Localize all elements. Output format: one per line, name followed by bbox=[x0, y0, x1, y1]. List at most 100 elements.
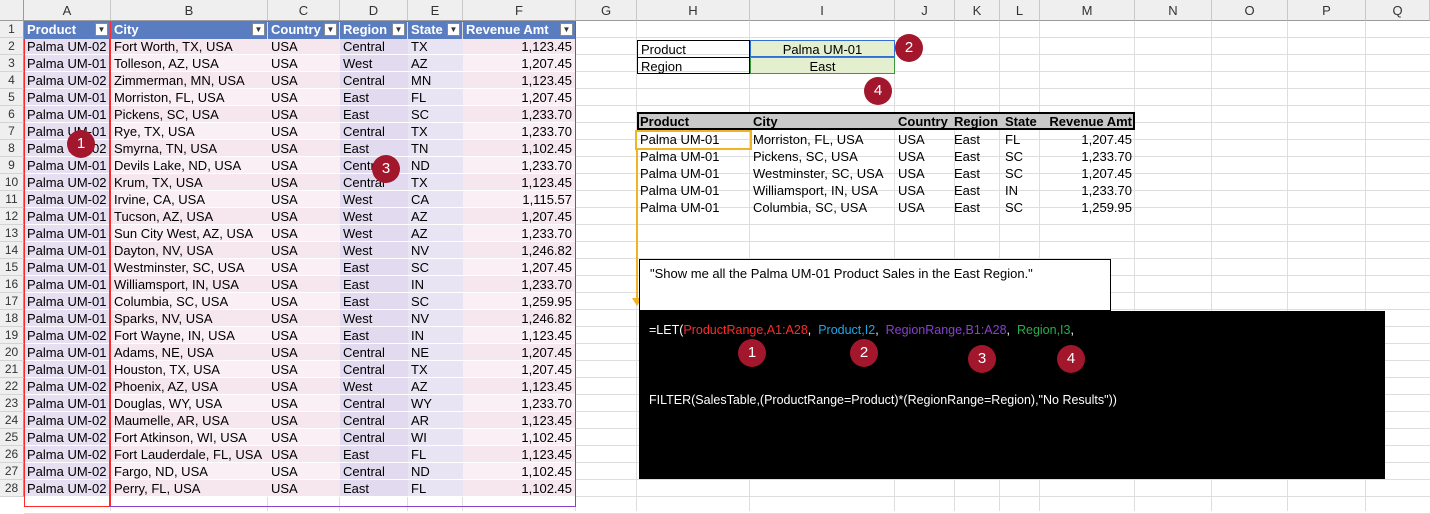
table-cell-revenue[interactable]: 1,123.45 bbox=[463, 412, 575, 429]
table-cell-region[interactable]: West bbox=[340, 225, 407, 242]
column-header-H[interactable]: H bbox=[637, 0, 750, 21]
table-cell-product[interactable]: Palma UM-01 bbox=[24, 395, 110, 412]
table-cell-state[interactable]: TX bbox=[408, 174, 462, 191]
table-cell-city[interactable]: Fort Worth, TX, USA bbox=[111, 38, 267, 55]
table-cell-product[interactable]: Palma UM-01 bbox=[24, 310, 110, 327]
table-cell-city[interactable]: Zimmerman, MN, USA bbox=[111, 72, 267, 89]
table-cell-revenue[interactable]: 1,246.82 bbox=[463, 310, 575, 327]
table-cell-country[interactable]: USA bbox=[268, 429, 339, 446]
row-header-9[interactable]: 9 bbox=[0, 157, 24, 174]
table-cell-product[interactable]: Palma UM-02 bbox=[24, 174, 110, 191]
table-cell-revenue[interactable]: 1,207.45 bbox=[463, 259, 575, 276]
table-cell-region[interactable]: East bbox=[340, 480, 407, 497]
table-cell-revenue[interactable]: 1,207.45 bbox=[463, 344, 575, 361]
table-cell-state[interactable]: CA bbox=[408, 191, 462, 208]
table-cell-country[interactable]: USA bbox=[268, 208, 339, 225]
output-cell-city[interactable]: Westminster, SC, USA bbox=[750, 165, 895, 182]
table-header-region[interactable]: Region ▼ bbox=[340, 21, 407, 39]
row-header-27[interactable]: 27 bbox=[0, 463, 24, 480]
row-header-3[interactable]: 3 bbox=[0, 55, 24, 72]
table-cell-state[interactable]: SC bbox=[408, 293, 462, 310]
table-cell-state[interactable]: TX bbox=[408, 38, 462, 55]
table-cell-city[interactable]: Pickens, SC, USA bbox=[111, 106, 267, 123]
table-header-country[interactable]: Country ▼ bbox=[268, 21, 339, 39]
output-cell-revenue[interactable]: 1,207.45 bbox=[1040, 131, 1135, 148]
output-cell-state[interactable]: SC bbox=[1002, 199, 1040, 216]
table-cell-country[interactable]: USA bbox=[268, 55, 339, 72]
table-header-product[interactable]: Product ▼ bbox=[24, 21, 110, 39]
output-cell-country[interactable]: USA bbox=[895, 131, 951, 148]
table-cell-city[interactable]: Rye, TX, USA bbox=[111, 123, 267, 140]
table-header-state[interactable]: State ▼ bbox=[408, 21, 462, 39]
table-cell-country[interactable]: USA bbox=[268, 480, 339, 497]
table-cell-revenue[interactable]: 1,123.45 bbox=[463, 378, 575, 395]
table-cell-country[interactable]: USA bbox=[268, 327, 339, 344]
column-header-K[interactable]: K bbox=[955, 0, 1000, 21]
output-cell-region[interactable]: East bbox=[951, 148, 1002, 165]
column-header-M[interactable]: M bbox=[1040, 0, 1135, 21]
table-cell-revenue[interactable]: 1,233.70 bbox=[463, 225, 575, 242]
table-cell-state[interactable]: FL bbox=[408, 480, 462, 497]
table-cell-country[interactable]: USA bbox=[268, 89, 339, 106]
table-cell-region[interactable]: Central bbox=[340, 344, 407, 361]
row-header-8[interactable]: 8 bbox=[0, 140, 24, 157]
table-cell-city[interactable]: Fort Wayne, IN, USA bbox=[111, 327, 267, 344]
column-header-D[interactable]: D bbox=[340, 0, 408, 21]
table-cell-revenue[interactable]: 1,207.45 bbox=[463, 89, 575, 106]
table-cell-city[interactable]: Tucson, AZ, USA bbox=[111, 208, 267, 225]
table-cell-city[interactable]: Morriston, FL, USA bbox=[111, 89, 267, 106]
row-header-6[interactable]: 6 bbox=[0, 106, 24, 123]
table-cell-region[interactable]: Central bbox=[340, 38, 407, 55]
output-cell-product[interactable]: Palma UM-01 bbox=[637, 199, 750, 216]
table-cell-country[interactable]: USA bbox=[268, 123, 339, 140]
table-cell-revenue[interactable]: 1,233.70 bbox=[463, 276, 575, 293]
row-header-28[interactable]: 28 bbox=[0, 480, 24, 497]
table-cell-revenue[interactable]: 1,115.57 bbox=[463, 191, 575, 208]
table-cell-revenue[interactable]: 1,123.45 bbox=[463, 174, 575, 191]
output-cell-city[interactable]: Morriston, FL, USA bbox=[750, 131, 895, 148]
table-cell-state[interactable]: MN bbox=[408, 72, 462, 89]
table-cell-region[interactable]: West bbox=[340, 242, 407, 259]
table-cell-country[interactable]: USA bbox=[268, 463, 339, 480]
output-cell-city[interactable]: Columbia, SC, USA bbox=[750, 199, 895, 216]
table-cell-city[interactable]: Westminster, SC, USA bbox=[111, 259, 267, 276]
table-cell-country[interactable]: USA bbox=[268, 446, 339, 463]
table-cell-product[interactable]: Palma UM-01 bbox=[24, 361, 110, 378]
table-cell-state[interactable]: TX bbox=[408, 361, 462, 378]
column-header-F[interactable]: F bbox=[463, 0, 576, 21]
table-cell-product[interactable]: Palma UM-01 bbox=[24, 157, 110, 174]
output-cell-revenue[interactable]: 1,259.95 bbox=[1040, 199, 1135, 216]
table-cell-revenue[interactable]: 1,123.45 bbox=[463, 446, 575, 463]
table-cell-region[interactable]: East bbox=[340, 446, 407, 463]
table-cell-city[interactable]: Devils Lake, ND, USA bbox=[111, 157, 267, 174]
table-cell-city[interactable]: Phoenix, AZ, USA bbox=[111, 378, 267, 395]
filter-dropdown-icon[interactable]: ▼ bbox=[560, 23, 573, 36]
table-cell-state[interactable]: WI bbox=[408, 429, 462, 446]
row-header-17[interactable]: 17 bbox=[0, 293, 24, 310]
table-cell-state[interactable]: ND bbox=[408, 463, 462, 480]
table-cell-country[interactable]: USA bbox=[268, 174, 339, 191]
table-cell-country[interactable]: USA bbox=[268, 276, 339, 293]
row-header-18[interactable]: 18 bbox=[0, 310, 24, 327]
table-cell-region[interactable]: East bbox=[340, 89, 407, 106]
table-cell-product[interactable]: Palma UM-02 bbox=[24, 327, 110, 344]
table-cell-state[interactable]: SC bbox=[408, 106, 462, 123]
row-header-22[interactable]: 22 bbox=[0, 378, 24, 395]
table-cell-region[interactable]: East bbox=[340, 293, 407, 310]
table-cell-revenue[interactable]: 1,207.45 bbox=[463, 208, 575, 225]
table-cell-product[interactable]: Palma UM-02 bbox=[24, 38, 110, 55]
column-header-C[interactable]: C bbox=[268, 0, 340, 21]
output-cell-state[interactable]: IN bbox=[1002, 182, 1040, 199]
row-header-25[interactable]: 25 bbox=[0, 429, 24, 446]
table-cell-city[interactable]: Perry, FL, USA bbox=[111, 480, 267, 497]
table-cell-revenue[interactable]: 1,246.82 bbox=[463, 242, 575, 259]
table-cell-country[interactable]: USA bbox=[268, 395, 339, 412]
table-cell-city[interactable]: Douglas, WY, USA bbox=[111, 395, 267, 412]
table-cell-country[interactable]: USA bbox=[268, 191, 339, 208]
table-cell-product[interactable]: Palma UM-01 bbox=[24, 276, 110, 293]
row-header-12[interactable]: 12 bbox=[0, 208, 24, 225]
output-cell-region[interactable]: East bbox=[951, 131, 1002, 148]
table-cell-region[interactable]: Central bbox=[340, 361, 407, 378]
row-header-23[interactable]: 23 bbox=[0, 395, 24, 412]
table-cell-region[interactable]: Central bbox=[340, 412, 407, 429]
